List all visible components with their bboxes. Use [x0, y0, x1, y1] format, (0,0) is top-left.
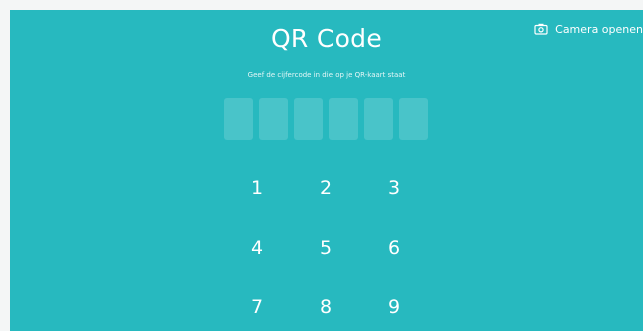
code-digit-box-5[interactable]: [364, 98, 393, 140]
keypad-key-8[interactable]: 8: [304, 291, 348, 323]
keypad-key-1[interactable]: 1: [235, 172, 279, 204]
code-digit-box-1[interactable]: [224, 98, 253, 140]
code-digit-box-2[interactable]: [259, 98, 288, 140]
code-input-group: [224, 98, 428, 140]
keypad-key-3[interactable]: 3: [372, 172, 416, 204]
keypad-key-5[interactable]: 5: [304, 232, 348, 264]
instruction-text: Geef de cijfercode in die op je QR-kaart…: [247, 71, 406, 79]
code-digit-box-6[interactable]: [399, 98, 428, 140]
keypad-key-7[interactable]: 7: [235, 291, 279, 323]
keypad-key-2[interactable]: 2: [304, 172, 348, 204]
keypad-key-6[interactable]: 6: [372, 232, 416, 264]
open-camera-label: Camera openen: [555, 22, 643, 36]
camera-icon: [534, 23, 548, 35]
qr-code-screen: QR Code Camera openen Geef de cijfercode…: [10, 10, 643, 331]
open-camera-button[interactable]: Camera openen: [534, 21, 643, 37]
keypad-key-9[interactable]: 9: [372, 291, 416, 323]
code-digit-box-3[interactable]: [294, 98, 323, 140]
keypad-key-4[interactable]: 4: [235, 232, 279, 264]
code-digit-box-4[interactable]: [329, 98, 358, 140]
